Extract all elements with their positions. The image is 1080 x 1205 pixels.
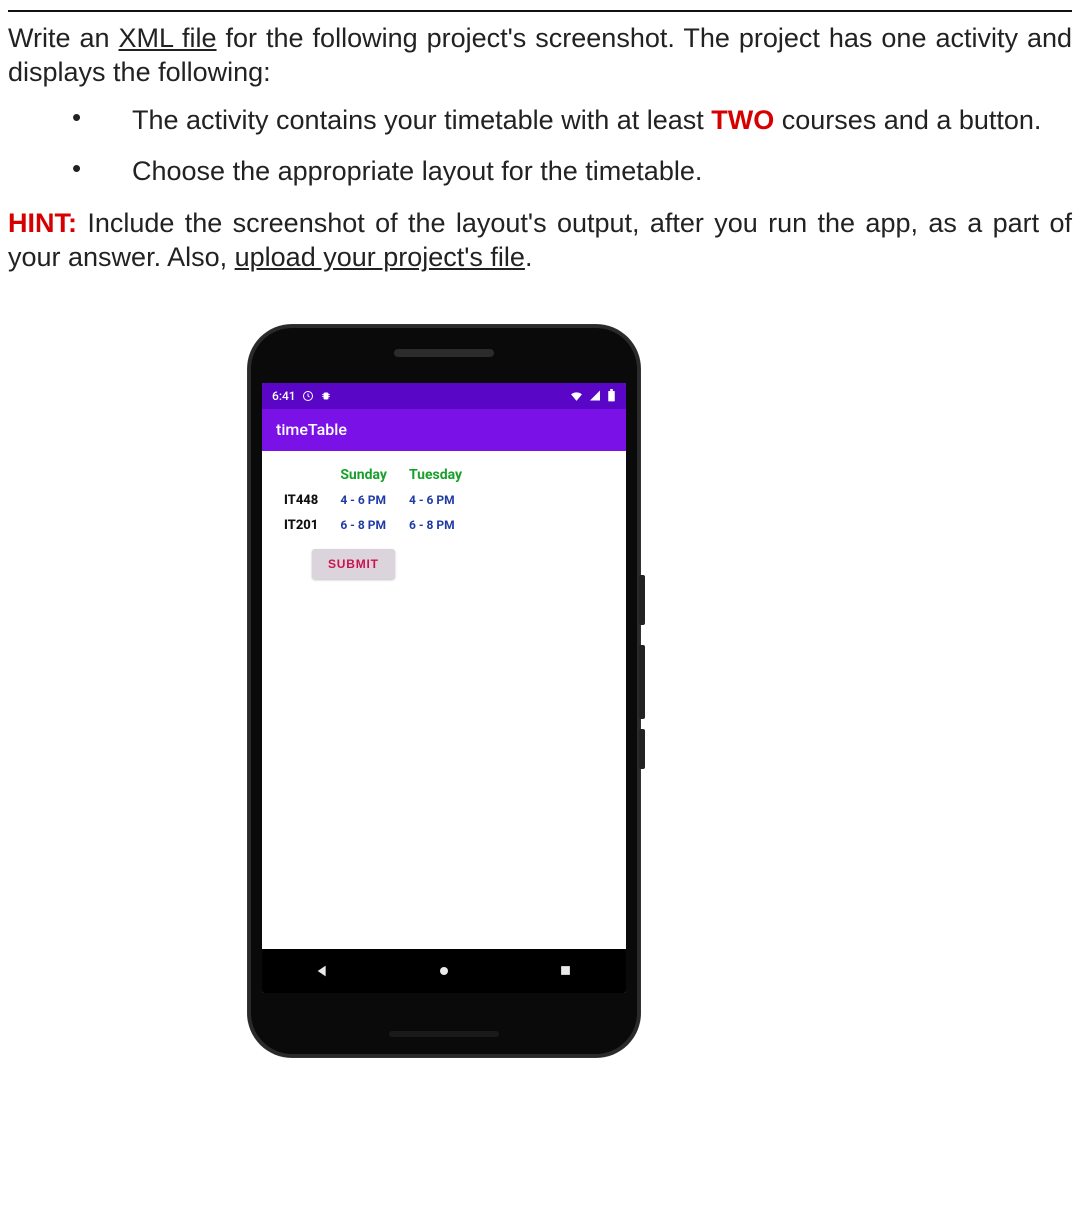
bullet-2: Choose the appropriate layout for the ti… [72,155,1072,189]
back-icon[interactable] [315,963,331,979]
table-row: IT448 4 - 6 PM 4 - 6 PM [278,491,468,510]
hint-label: HINT: [8,208,77,238]
phone-chin-line [389,1031,499,1037]
status-right [570,389,616,402]
top-rule [8,10,1072,12]
hint-paragraph: HINT: Include the screenshot of the layo… [8,207,1072,275]
status-left: 6:41 [272,389,332,403]
intro-underline: XML file [119,23,217,53]
app-content: Sunday Tuesday IT448 4 - 6 PM 4 - 6 PM I… [262,451,626,949]
course-code: IT448 [278,491,324,510]
wifi-icon [570,390,583,401]
th-sunday: Sunday [334,465,393,485]
status-time: 6:41 [272,389,296,403]
recents-icon[interactable] [558,963,573,978]
hint-period: . [525,242,533,272]
bullet1-red: TWO [711,105,774,135]
app-title: timeTable [276,420,347,439]
bullet-1: The activity contains your timetable wit… [72,104,1072,138]
question-body: Write an XML file for the following proj… [8,22,1072,275]
phone-frame: 6:41 [248,325,640,1057]
cell-sun: 4 - 6 PM [334,491,393,510]
bullet1-suffix: courses and a button. [774,105,1041,135]
hint-body-prefix: Include the screenshot of the layout's o… [8,208,1072,272]
hint-underline: upload your project's file [235,242,525,272]
phone-side-button [639,645,645,719]
timetable: Sunday Tuesday IT448 4 - 6 PM 4 - 6 PM I… [268,459,478,541]
th-empty [278,465,324,485]
course-code: IT201 [278,516,324,535]
phone-side-button [639,575,645,625]
phone-mock-container: 6:41 [248,325,648,1057]
signal-icon [589,390,601,401]
home-icon[interactable] [436,963,452,979]
debug-icon [320,390,332,402]
android-nav-bar [262,949,626,993]
status-bar: 6:41 [262,383,626,409]
bullet-list: The activity contains your timetable wit… [72,104,1072,190]
submit-button[interactable]: SUBMIT [312,549,395,579]
table-row: IT201 6 - 8 PM 6 - 8 PM [278,516,468,535]
intro-paragraph: Write an XML file for the following proj… [8,22,1072,90]
cell-sun: 6 - 8 PM [334,516,393,535]
phone-speaker [394,349,494,357]
app-bar: timeTable [262,409,626,451]
battery-icon [607,389,616,402]
clock-icon [302,390,314,402]
th-tuesday: Tuesday [403,465,468,485]
cell-tue: 6 - 8 PM [403,516,468,535]
phone-screen: 6:41 [262,383,626,993]
phone-side-button [639,729,645,769]
cell-tue: 4 - 6 PM [403,491,468,510]
intro-prefix: Write an [8,23,119,53]
bullet1-prefix: The activity contains your timetable wit… [132,105,711,135]
